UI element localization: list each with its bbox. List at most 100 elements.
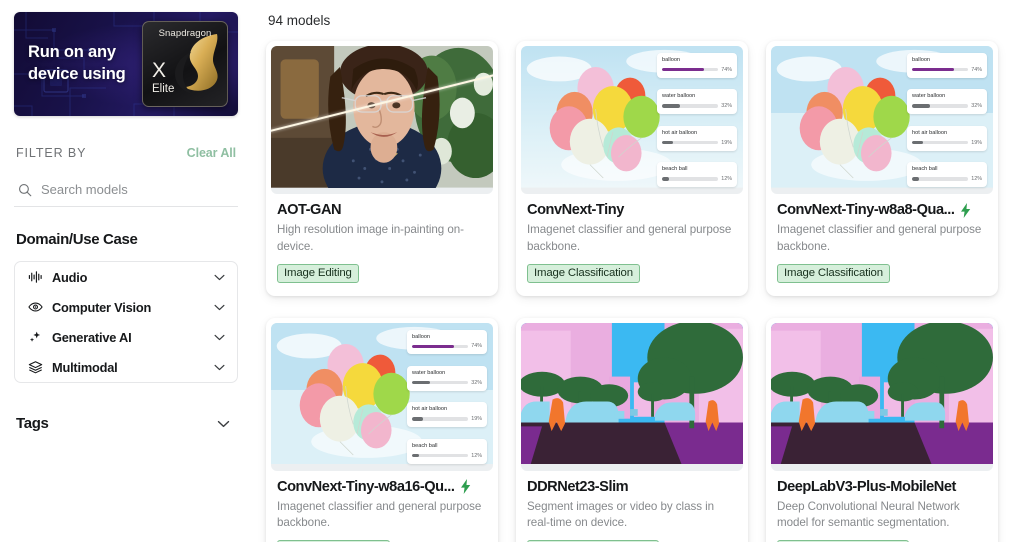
classification-track <box>662 104 719 108</box>
classification-bar-row: 74% <box>662 67 732 73</box>
card-description: Deep Convolutional Neural Network model … <box>777 499 960 530</box>
classification-percent: 74% <box>721 66 732 73</box>
classification-item: water balloon 32% <box>657 89 737 115</box>
classification-percent: 32% <box>721 103 732 110</box>
card-media-street-segmentation <box>521 322 743 471</box>
classification-label: beach ball <box>662 166 688 173</box>
model-card[interactable]: DeepLabV3-Plus-MobileNet Deep Convolutio… <box>766 317 998 542</box>
card-title: AOT-GAN <box>277 202 342 218</box>
classification-percent: 12% <box>971 175 982 182</box>
classification-item: balloon 74% <box>407 329 487 355</box>
card-title: ConvNext-Tiny <box>527 202 624 218</box>
classification-results-panel: balloon 74% water balloon 32% hot air ba… <box>657 53 737 187</box>
classification-fill <box>412 381 430 385</box>
classification-results-panel: balloon 74% water balloon 32% hot air ba… <box>907 53 987 187</box>
card-description: Imagenet classifier and general purpose … <box>277 499 482 530</box>
card-title: ConvNext-Tiny-w8a16-Qu... <box>277 478 455 495</box>
search-icon <box>19 183 32 196</box>
model-card[interactable]: AOT-GAN High resolution image in-paintin… <box>266 41 498 296</box>
classification-label: hot air balloon <box>412 406 448 413</box>
classification-fill <box>412 453 419 458</box>
classification-fill <box>662 68 704 72</box>
portrait-image <box>271 46 493 188</box>
chip-brand-label: Snapdragon <box>158 28 212 39</box>
classification-item: water balloon 32% <box>407 366 487 391</box>
model-card[interactable]: balloon 74% water balloon 32% hot air ba… <box>516 41 748 296</box>
classification-bar-row: 74% <box>912 67 982 73</box>
classification-track <box>912 68 969 72</box>
sparkle-icon <box>29 331 41 342</box>
card-category-badge[interactable]: Image Editing <box>277 263 359 283</box>
audio-waveform-icon <box>28 271 42 283</box>
card-category-badge[interactable]: Image Classification <box>527 263 640 283</box>
classification-percent: 19% <box>971 139 982 146</box>
snapdragon-chip-graphic: Snapdragon X Elite <box>142 21 228 107</box>
classification-bar-row: 19% <box>662 140 732 146</box>
classification-bar-row: 32% <box>662 103 732 109</box>
chevron-down-icon <box>214 274 225 280</box>
model-card[interactable]: balloon 74% water balloon 32% hot air ba… <box>266 317 498 542</box>
classification-fill <box>912 140 923 145</box>
classification-item: hot air balloon 19% <box>657 125 737 151</box>
classification-track <box>662 140 719 145</box>
classification-fill <box>912 177 919 181</box>
card-title: DeepLabV3-Plus-MobileNet <box>777 478 956 495</box>
classification-percent: 32% <box>971 103 982 110</box>
classification-percent: 19% <box>721 139 732 146</box>
classification-item: beach ball 12% <box>407 438 487 464</box>
card-body: ConvNext-Tiny Imagenet classifier and ge… <box>516 194 748 296</box>
segmentation-image <box>521 322 743 465</box>
filter-label-generative-ai: Generative AI <box>52 329 132 345</box>
classification-item: beach ball 12% <box>657 162 737 187</box>
card-category-badge[interactable]: Image Classification <box>777 263 890 283</box>
search-input[interactable] <box>41 182 211 197</box>
card-media-street-segmentation <box>771 322 993 471</box>
chevron-down-icon <box>217 420 230 427</box>
tags-section-header[interactable]: Tags <box>14 415 238 432</box>
classification-track <box>912 177 969 181</box>
classification-track <box>412 453 469 458</box>
filter-row-audio[interactable]: Audio <box>15 262 237 292</box>
classification-fill <box>912 104 930 108</box>
snapdragon-promo-banner[interactable]: Run on any device using Snapdragon X Eli… <box>14 12 238 116</box>
filter-row-generative-ai[interactable]: Generative AI <box>15 322 237 352</box>
banner-headline: Run on any device using <box>28 43 126 83</box>
classification-track <box>912 104 969 108</box>
classification-item: balloon 74% <box>907 53 987 78</box>
classification-fill <box>912 68 954 72</box>
classification-fill <box>662 140 673 145</box>
clear-all-button[interactable]: Clear All <box>187 146 236 160</box>
card-body: DDRNet23-Slim Segment images or video by… <box>516 471 748 542</box>
classification-percent: 12% <box>471 452 482 459</box>
card-media-portrait-inpainting <box>271 46 493 194</box>
tags-label: Tags <box>16 415 49 432</box>
card-title-row: ConvNext-Tiny-w8a8-Qua... <box>777 202 987 218</box>
classification-percent: 12% <box>721 175 732 182</box>
card-description: High resolution image in-painting on-dev… <box>277 223 464 253</box>
classification-percent: 74% <box>971 66 982 73</box>
filter-row-computer-vision[interactable]: Computer Vision <box>15 292 237 322</box>
snapdragon-flame-logo-icon <box>175 34 218 94</box>
card-body: ConvNext-Tiny-w8a8-Qua... Imagenet class… <box>766 194 998 296</box>
lightning-bolt-icon <box>961 202 971 218</box>
classification-fill <box>412 417 423 421</box>
app-root: Run on any device using Snapdragon X Eli… <box>0 0 1024 542</box>
model-card-grid: AOT-GAN High resolution image in-paintin… <box>266 41 1012 542</box>
domain-filter-list: Audio Computer Vision Generative AI Mult… <box>14 261 238 383</box>
filter-by-label: FILTER BY <box>16 146 87 160</box>
card-media-balloons-classification: balloon 74% water balloon 32% hot air ba… <box>271 322 493 471</box>
models-count-label: 94 models <box>268 13 331 28</box>
card-title-row: DDRNet23-Slim <box>527 479 737 495</box>
filter-row-multimodal[interactable]: Multimodal <box>15 352 237 382</box>
model-card[interactable]: DDRNet23-Slim Segment images or video by… <box>516 317 748 542</box>
classification-bar-row: 19% <box>412 416 482 422</box>
filter-label-computer-vision: Computer Vision <box>52 299 152 315</box>
model-card[interactable]: balloon 74% water balloon 32% hot air ba… <box>766 41 998 296</box>
card-body: DeepLabV3-Plus-MobileNet Deep Convolutio… <box>766 471 998 542</box>
classification-percent: 74% <box>471 343 482 350</box>
sidebar: Run on any device using Snapdragon X Eli… <box>0 0 252 542</box>
search-models-field[interactable] <box>14 182 238 207</box>
chevron-down-icon <box>214 334 225 340</box>
classification-percent: 32% <box>471 379 482 386</box>
classification-bar-row: 32% <box>412 380 482 386</box>
